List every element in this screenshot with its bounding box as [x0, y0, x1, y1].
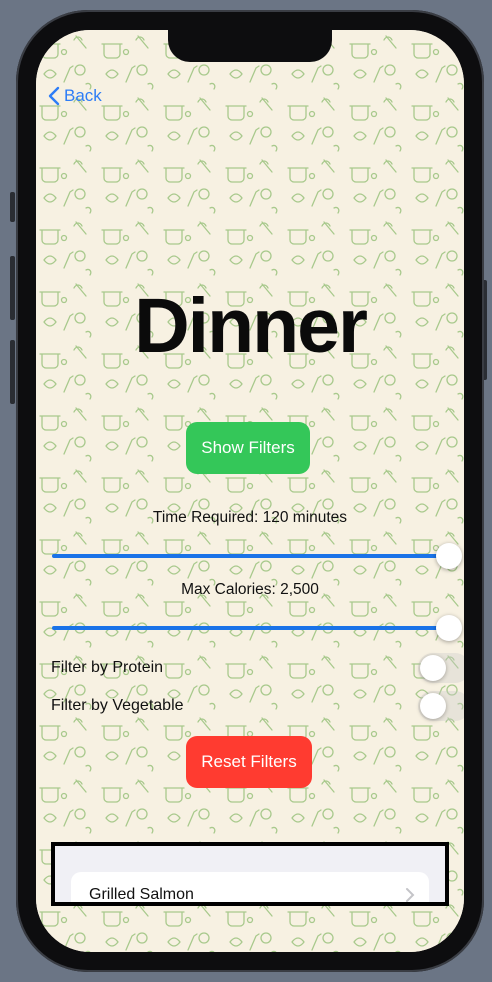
filter-vegetable-toggle[interactable]	[418, 691, 464, 721]
back-button[interactable]: Back	[48, 86, 102, 106]
list-item-label: Grilled Salmon	[89, 886, 194, 903]
phone-frame: Back Dinner Show Filters Time Required: …	[16, 10, 484, 972]
time-required-slider[interactable]	[52, 540, 462, 572]
notch	[168, 30, 332, 62]
silent-switch	[10, 192, 15, 222]
page-title: Dinner	[134, 283, 368, 369]
slider-thumb[interactable]	[436, 615, 462, 641]
screen: Back Dinner Show Filters Time Required: …	[36, 30, 464, 952]
filter-protein-label: Filter by Protein	[51, 659, 164, 676]
volume-down-button	[10, 340, 15, 404]
filter-vegetable-row: Filter by Vegetable	[51, 689, 464, 723]
toggle-knob	[420, 693, 446, 719]
toggle-knob	[420, 655, 446, 681]
time-required-label: Time Required: 120 minutes	[152, 509, 348, 526]
slider-track	[52, 554, 448, 558]
chevron-right-icon	[406, 888, 415, 902]
list-item[interactable]: Grilled Salmon	[71, 872, 429, 903]
filter-protein-row: Filter by Protein	[51, 651, 464, 685]
slider-track	[52, 626, 448, 630]
food-pattern-background	[36, 30, 464, 952]
volume-up-button	[10, 256, 15, 320]
show-filters-button[interactable]: Show Filters	[186, 422, 310, 474]
recipe-list: Grilled Salmon	[51, 842, 449, 906]
reset-filters-button[interactable]: Reset Filters	[186, 736, 312, 788]
back-label: Back	[64, 86, 102, 105]
max-calories-label: Max Calories: 2,500	[181, 581, 319, 598]
filter-vegetable-label: Filter by Vegetable	[51, 697, 184, 714]
filter-protein-toggle[interactable]	[418, 653, 464, 683]
chevron-left-icon	[48, 86, 60, 106]
max-calories-slider[interactable]	[52, 612, 462, 644]
slider-thumb[interactable]	[436, 543, 462, 569]
